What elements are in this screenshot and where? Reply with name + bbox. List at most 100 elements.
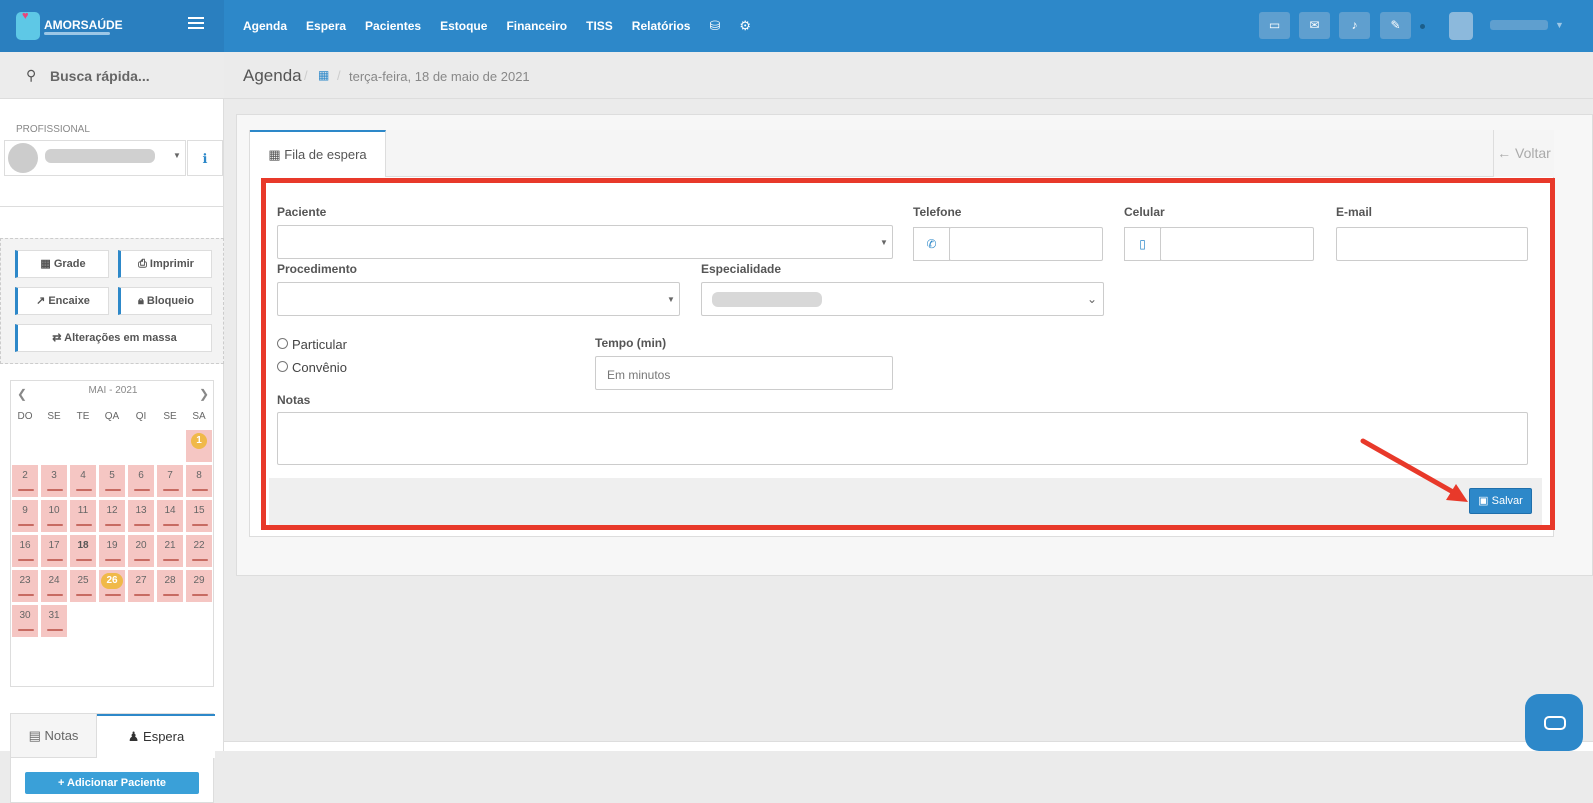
profissional-name-redacted	[45, 149, 155, 163]
calendar-weekday: DO	[17, 411, 33, 422]
breadcrumb-date: terça-feira, 18 de maio de 2021	[349, 69, 530, 84]
nav-estoque[interactable]: Estoque	[440, 19, 487, 33]
chevron-left-icon[interactable]: ❮	[17, 387, 27, 401]
calendar-day[interactable]: 21	[156, 534, 184, 568]
calendar-day[interactable]: 25	[69, 569, 97, 603]
avatar[interactable]	[1449, 12, 1473, 40]
calendar-weekday: TE	[76, 411, 90, 422]
mini-calendar: ❮ MAI - 2021 ❯ DO SE TE QA QI SE SA 1 2 3 4 5 6 7 8 9 10…	[10, 380, 214, 687]
tab-espera[interactable]: ♟ Espera	[97, 714, 215, 758]
nav-agenda[interactable]: Agenda	[243, 19, 287, 33]
calendar-weekday: QA	[104, 411, 120, 422]
tab-notas[interactable]: ▤ Notas	[11, 714, 97, 758]
calendar-day[interactable]: 1	[185, 429, 213, 463]
calendar-weekday: SA	[192, 411, 206, 422]
calendar-weekday: SE	[163, 411, 177, 422]
tab-fila-de-espera[interactable]: ▦ Fila de espera	[250, 130, 386, 177]
calendar-day[interactable]: 26	[98, 569, 126, 603]
calendar-day[interactable]: 22	[185, 534, 213, 568]
sidebar-tabs: ▤ Notas ♟ Espera + Adicionar Paciente	[10, 713, 215, 803]
calendar-day[interactable]: 9	[11, 499, 39, 533]
calendar-weekday: QI	[135, 411, 147, 422]
calendar-empty-cell	[40, 429, 68, 463]
nav-tiss[interactable]: TISS	[586, 19, 613, 33]
calendar-day[interactable]: 2	[11, 464, 39, 498]
alteracoes-em-massa-button[interactable]: ⇄ Alterações em massa	[15, 324, 212, 352]
profissional-select[interactable]: ▼	[4, 140, 186, 176]
add-patient-button[interactable]: + Adicionar Paciente	[25, 772, 199, 794]
calendar-day[interactable]: 3	[40, 464, 68, 498]
user-name-redacted[interactable]	[1490, 20, 1548, 30]
quick-search[interactable]: ⚲ Busca rápida...	[0, 52, 224, 99]
chevron-right-icon[interactable]: ❯	[199, 387, 209, 401]
nav-pacientes[interactable]: Pacientes	[365, 19, 421, 33]
avatar	[8, 143, 38, 173]
calendar-day[interactable]: 10	[40, 499, 68, 533]
calendar-empty-cell	[127, 429, 155, 463]
calendar-day[interactable]: 6	[127, 464, 155, 498]
brand-tagline	[44, 32, 110, 35]
calendar-day[interactable]: 11	[69, 499, 97, 533]
calendar-day[interactable]: 7	[156, 464, 184, 498]
calendar-day[interactable]: 30	[11, 604, 39, 638]
database-icon[interactable]: ⛁	[709, 18, 720, 34]
calendar-day[interactable]: 15	[185, 499, 213, 533]
status-dot	[1420, 24, 1425, 29]
inbox-icon[interactable]: ▭	[1259, 12, 1290, 39]
mail-icon[interactable]: ✉	[1299, 12, 1330, 39]
gear-icon[interactable]: ⚙	[739, 18, 751, 34]
logo-icon: ♥	[16, 10, 40, 40]
calendar-day[interactable]: 20	[127, 534, 155, 568]
breadcrumb-separator: /	[304, 68, 308, 83]
nav-espera[interactable]: Espera	[306, 19, 346, 33]
brand-name: AMORSAÚDE	[44, 18, 123, 32]
main-nav: Agenda Espera Pacientes Estoque Financei…	[243, 0, 770, 52]
calendar-day[interactable]: 12	[98, 499, 126, 533]
calendar-day[interactable]: 13	[127, 499, 155, 533]
grade-button[interactable]: ▦ Grade	[15, 250, 109, 278]
breadcrumb-separator: /	[337, 68, 341, 83]
calendar-day[interactable]: 23	[11, 569, 39, 603]
calendar-day[interactable]: 5	[98, 464, 126, 498]
calendar-day[interactable]: 16	[11, 534, 39, 568]
chat-bubble-icon	[1544, 716, 1566, 730]
chevron-down-icon: ▼	[173, 151, 181, 160]
voltar-button[interactable]: ← Voltar	[1493, 130, 1554, 177]
encaixe-button[interactable]: ↗ Encaixe	[15, 287, 109, 315]
calendar-header: ❮ MAI - 2021 ❯	[11, 385, 215, 403]
calendar-day[interactable]: 14	[156, 499, 184, 533]
calendar-day[interactable]: 24	[40, 569, 68, 603]
page-title: Agenda	[243, 66, 302, 85]
imprimir-button[interactable]: ⎙ Imprimir	[118, 250, 212, 278]
chat-widget-button[interactable]	[1525, 694, 1583, 751]
nav-relatorios[interactable]: Relatórios	[632, 19, 691, 33]
calendar-day[interactable]: 18	[69, 534, 97, 568]
sidebar: ⚲ Busca rápida... PROFISSIONAL ▼ ℹ ▦ Gra…	[0, 52, 224, 803]
profissional-label: PROFISSIONAL	[16, 124, 90, 135]
menu-toggle-icon[interactable]	[188, 17, 204, 31]
search-icon: ⚲	[26, 67, 37, 83]
calendar-day[interactable]: 8	[185, 464, 213, 498]
quick-search-label: Busca rápida...	[50, 68, 150, 84]
bell-icon[interactable]: ♪	[1339, 12, 1370, 39]
calendar-day[interactable]: 4	[69, 464, 97, 498]
calendar-icon[interactable]: ▦	[318, 68, 329, 82]
chat-icon[interactable]: ✎	[1380, 12, 1411, 39]
top-bar: ♥ AMORSAÚDE Agenda Espera Pacientes Esto…	[0, 0, 1593, 52]
breadcrumb: Agenda / ▦ / terça-feira, 18 de maio de …	[224, 52, 1593, 99]
calendar-day[interactable]: 17	[40, 534, 68, 568]
nav-financeiro[interactable]: Financeiro	[506, 19, 567, 33]
calendar-day[interactable]: 29	[185, 569, 213, 603]
brand: ♥ AMORSAÚDE	[0, 0, 224, 52]
calendar-day[interactable]: 19	[98, 534, 126, 568]
info-icon[interactable]: ℹ	[187, 140, 223, 176]
calendar-empty-cell	[69, 429, 97, 463]
calendar-month: MAI - 2021	[88, 385, 138, 396]
calendar-day[interactable]: 31	[40, 604, 68, 638]
calendar-day[interactable]: 27	[127, 569, 155, 603]
chevron-down-icon[interactable]: ▼	[1555, 20, 1564, 30]
calendar-day[interactable]: 28	[156, 569, 184, 603]
agenda-actions: ▦ Grade ⎙ Imprimir ↗ Encaixe 🔒︎ Bloqueio…	[0, 238, 224, 364]
bloqueio-button[interactable]: 🔒︎ Bloqueio	[118, 287, 212, 315]
calendar-empty-cell	[11, 429, 39, 463]
